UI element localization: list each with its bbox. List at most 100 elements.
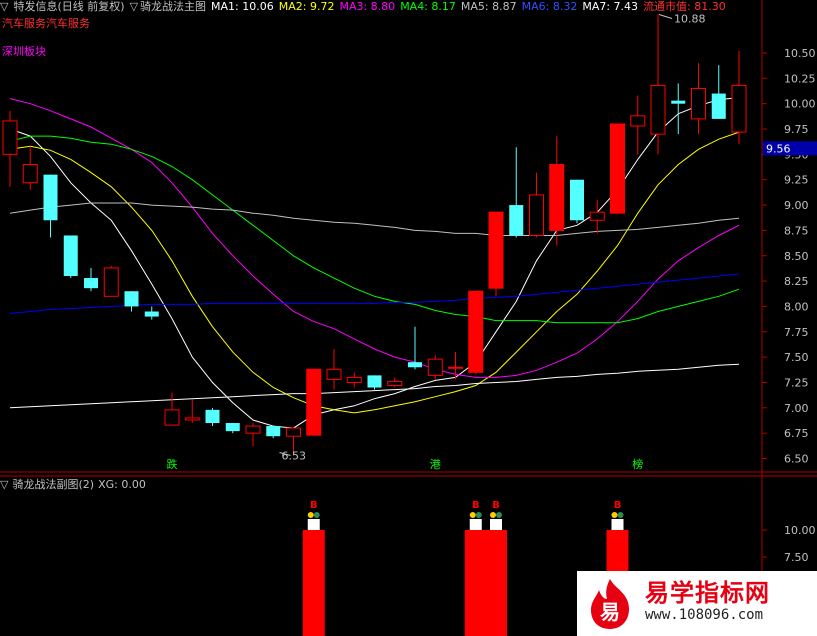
main-price-panel[interactable]: 6.50 6.75 7.00 7.25 7.50 7.75 8.00 8.25 8.50 8.75… xyxy=(0,0,817,636)
candle[interactable] xyxy=(184,399,200,424)
candle-body xyxy=(144,311,159,317)
candle-body xyxy=(691,87,706,120)
ma-line-ma6 xyxy=(9,273,740,314)
candle[interactable] xyxy=(2,110,18,187)
candle-body xyxy=(124,291,139,307)
signal-marker-dot xyxy=(496,512,502,518)
candle[interactable] xyxy=(164,392,180,426)
sub-indicator-name: 骑龙战法副图(2) xyxy=(12,478,95,491)
candle-body xyxy=(286,427,301,437)
price-tick-label: 8.25 xyxy=(784,275,809,288)
price-tick-label: 7.75 xyxy=(784,326,809,339)
candle[interactable] xyxy=(570,179,584,224)
signal-bar-rect xyxy=(302,530,325,636)
industry-label: 汽车服务汽车服务 xyxy=(2,17,90,30)
candle[interactable] xyxy=(509,147,524,238)
candle[interactable] xyxy=(124,291,139,312)
candle[interactable] xyxy=(691,63,706,135)
sub-tick-label: 7.50 xyxy=(784,551,809,564)
candle-body xyxy=(529,194,544,236)
ma1-value: MA1: 10.06 xyxy=(211,0,274,13)
candle[interactable] xyxy=(671,83,686,135)
candle[interactable] xyxy=(43,174,58,238)
candle[interactable] xyxy=(367,375,382,390)
signal-bar[interactable]: B xyxy=(302,500,325,636)
candle-body xyxy=(509,205,524,236)
candle-body-filled xyxy=(468,291,483,373)
low-price-label: 6.53 xyxy=(282,449,307,462)
signal-marker-dot xyxy=(611,512,618,518)
collapse-icon[interactable]: ▽ xyxy=(130,0,138,13)
candle-body-filled xyxy=(610,123,625,214)
ma3-value: MA3: 8.80 xyxy=(339,0,396,13)
price-tick-label: 9.75 xyxy=(784,123,809,136)
sub-header: ▽ 骑龙战法副图(2) XG: 0.00 xyxy=(0,478,150,492)
candle[interactable] xyxy=(103,265,119,297)
candle-body xyxy=(205,409,220,424)
candle-body xyxy=(2,120,18,155)
price-tick-label: 10.25 xyxy=(784,72,816,85)
signal-bar[interactable]: B xyxy=(485,500,507,636)
watermark-url: www.108096.com xyxy=(645,607,764,623)
candle-body-filled xyxy=(489,212,503,289)
candle[interactable] xyxy=(144,306,159,320)
candle-body xyxy=(448,366,463,369)
watermark-logo: 易 易学指标网 www.108096.com xyxy=(577,571,817,636)
signal-marker-dot xyxy=(469,512,476,518)
candle-body xyxy=(570,179,584,221)
candle-body xyxy=(184,417,200,421)
candle[interactable] xyxy=(387,377,403,388)
candle-body xyxy=(671,100,686,104)
candle[interactable] xyxy=(346,372,362,388)
ma6-value: MA6: 8.32 xyxy=(521,0,578,13)
ma2-value: MA2: 9.72 xyxy=(278,0,335,13)
candle-body xyxy=(22,164,38,184)
high-price-label: 10.88 xyxy=(674,12,706,25)
candle-body-filled xyxy=(306,369,321,436)
watermark-title: 易学指标网 xyxy=(645,579,770,607)
candle-body xyxy=(63,235,78,277)
candle[interactable] xyxy=(84,267,98,292)
event-label: 跌 xyxy=(167,457,178,471)
candle-body xyxy=(43,174,58,221)
candle-body xyxy=(367,375,382,388)
candle[interactable] xyxy=(326,349,342,390)
ma5-value: MA5: 8.87 xyxy=(460,0,517,13)
candle[interactable] xyxy=(22,146,38,190)
candle[interactable] xyxy=(63,235,78,279)
candle[interactable] xyxy=(650,14,666,155)
ma-line-ma2 xyxy=(9,131,740,414)
signal-bar-rect xyxy=(464,530,487,636)
signal-marker-label: B xyxy=(614,500,622,511)
candle[interactable] xyxy=(408,326,422,370)
candle-body xyxy=(346,376,362,383)
candle[interactable] xyxy=(731,50,747,145)
collapse-icon[interactable]: ▽ xyxy=(0,0,8,13)
sub-tick-label: 10.00 xyxy=(784,524,816,537)
candle[interactable] xyxy=(225,423,240,434)
candle[interactable] xyxy=(711,65,726,119)
signal-bar[interactable]: B xyxy=(464,500,487,636)
candle-body xyxy=(731,84,747,133)
candle[interactable] xyxy=(205,407,220,427)
current-price-label: 9.56 xyxy=(766,142,791,155)
candle-body xyxy=(266,426,281,437)
main-indicator-name: 骑龙战法主图 xyxy=(140,0,207,13)
signal-marker-dot xyxy=(313,512,320,518)
candle[interactable] xyxy=(266,426,281,439)
stock-chart[interactable]: 6.50 6.75 7.00 7.25 7.50 7.75 8.00 8.25 8.50 8.75… xyxy=(0,0,817,636)
signal-marker-base xyxy=(469,519,482,530)
candle[interactable] xyxy=(427,355,443,380)
price-tick-label: 7.00 xyxy=(784,402,809,415)
chart-window: 6.50 6.75 7.00 7.25 7.50 7.75 8.00 8.25 8.50 8.75… xyxy=(0,0,817,636)
signal-marker-dot xyxy=(475,512,482,518)
event-label: 港 xyxy=(430,458,441,471)
candle[interactable] xyxy=(529,172,544,238)
logo-seal: 易 xyxy=(600,600,620,624)
candle[interactable] xyxy=(589,199,605,234)
candle-body-filled xyxy=(549,164,564,231)
candle[interactable] xyxy=(245,423,261,447)
candle-body xyxy=(711,93,726,119)
candle[interactable] xyxy=(630,95,646,155)
collapse-icon[interactable]: ▽ xyxy=(0,478,8,491)
